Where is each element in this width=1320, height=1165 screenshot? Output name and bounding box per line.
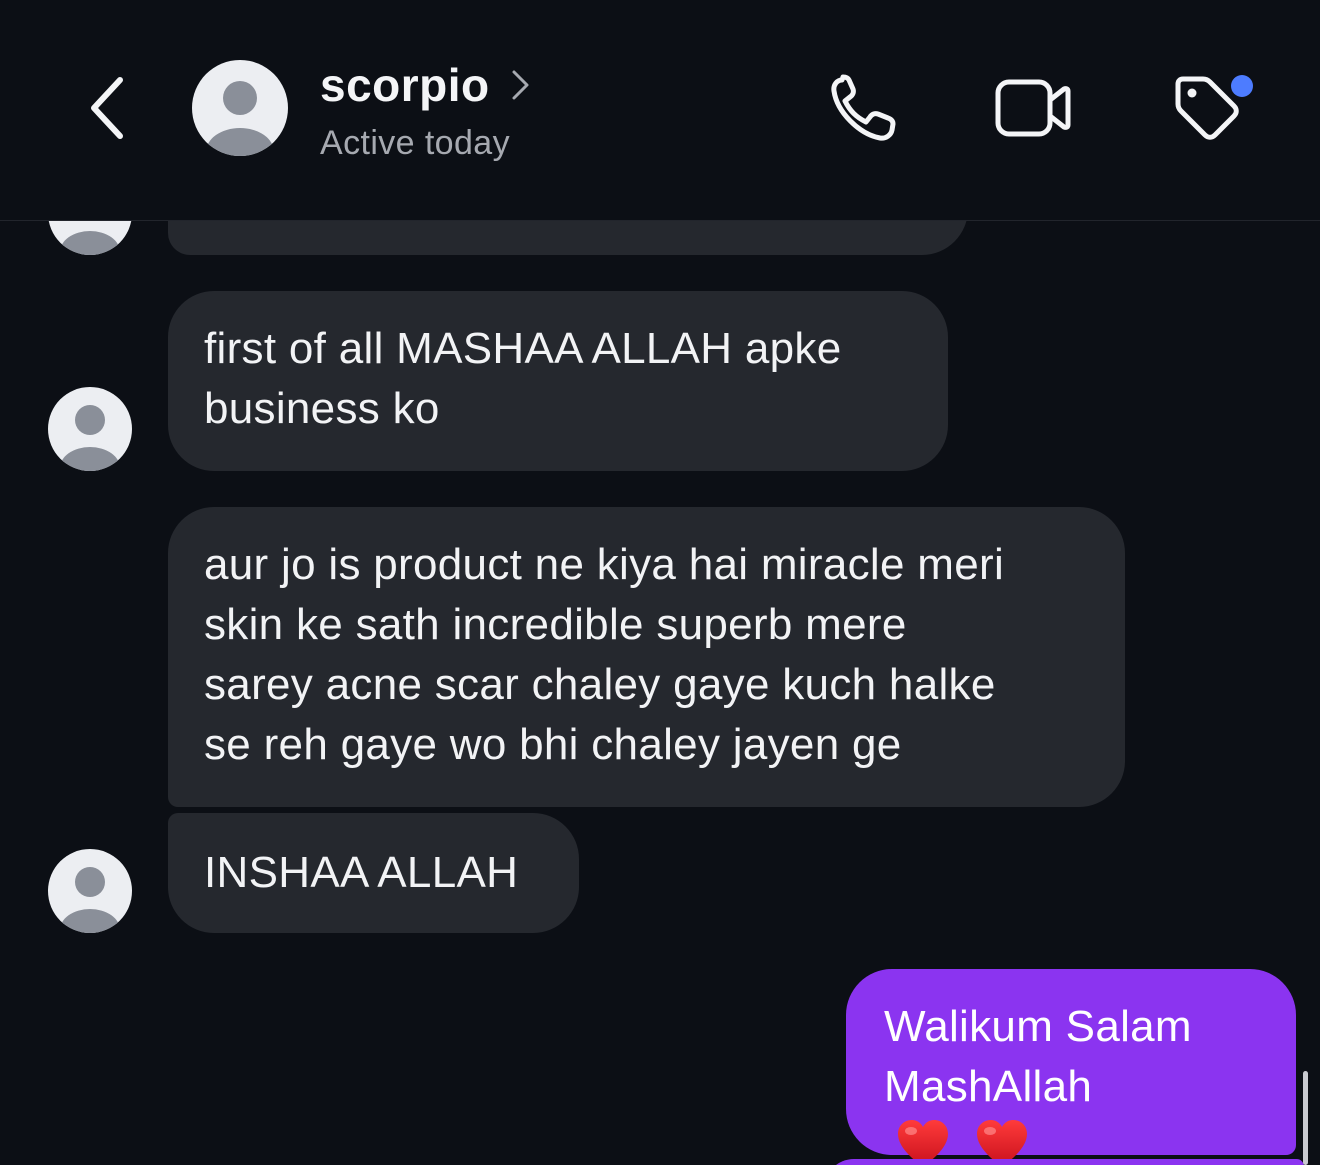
- message-text-line: Walikum Salam: [884, 1002, 1192, 1051]
- message-bubble-outgoing[interactable]: Walikum Salam MashAllah: [846, 969, 1296, 1165]
- message-text-line: business ko: [204, 384, 440, 433]
- chevron-right-icon: [512, 70, 529, 100]
- message-text-line: aur jo is product ne kiya hai miracle me…: [204, 540, 1005, 589]
- contact-avatar[interactable]: [192, 60, 288, 156]
- message-bubble-incoming[interactable]: aur jo is product ne kiya hai miracle me…: [168, 507, 1125, 807]
- message-bubble-incoming[interactable]: INSHAA ALLAH: [168, 813, 579, 933]
- message-thread[interactable]: first of all MASHAA ALLAH apke business …: [0, 221, 1320, 1165]
- video-camera-icon: [995, 79, 1071, 137]
- scrollbar[interactable]: [1303, 1071, 1308, 1165]
- message-bubble-incoming[interactable]: first of all MASHAA ALLAH apke business …: [168, 291, 948, 471]
- tag-icon: [1175, 75, 1253, 140]
- contact-status: Active today: [320, 124, 511, 162]
- video-call-button[interactable]: [994, 76, 1072, 140]
- message-text-line: sarey acne scar chaley gaye kuch halke: [204, 660, 996, 709]
- message-text-line: skin ke sath incredible superb mere: [204, 600, 907, 649]
- message-text-line: first of all MASHAA ALLAH apke: [204, 324, 842, 373]
- contact-info[interactable]: scorpio Active today: [320, 58, 532, 163]
- back-button[interactable]: [82, 72, 134, 144]
- message-bubble-outgoing[interactable]: [824, 1159, 1304, 1165]
- sender-avatar[interactable]: [48, 849, 132, 933]
- message-bubble-incoming[interactable]: [168, 221, 968, 255]
- chat-header: scorpio Active today: [0, 0, 1320, 221]
- audio-call-button[interactable]: [828, 74, 902, 144]
- red-heart-icon: [976, 1120, 1027, 1165]
- sender-avatar[interactable]: [48, 387, 132, 471]
- sender-avatar[interactable]: [48, 221, 132, 255]
- heart-emoji-group: [894, 1117, 1039, 1165]
- message-text-line: INSHAA ALLAH: [204, 848, 519, 897]
- message-text-line: se reh gaye wo bhi chaley jayen ge: [204, 720, 902, 769]
- contact-name[interactable]: scorpio: [320, 58, 490, 112]
- message-text-line: MashAllah: [884, 1062, 1093, 1111]
- phone-icon: [831, 74, 896, 141]
- red-heart-icon: [898, 1120, 948, 1165]
- tag-button[interactable]: [1168, 70, 1260, 148]
- notification-badge: [1231, 75, 1253, 97]
- chevron-left-icon: [91, 77, 123, 139]
